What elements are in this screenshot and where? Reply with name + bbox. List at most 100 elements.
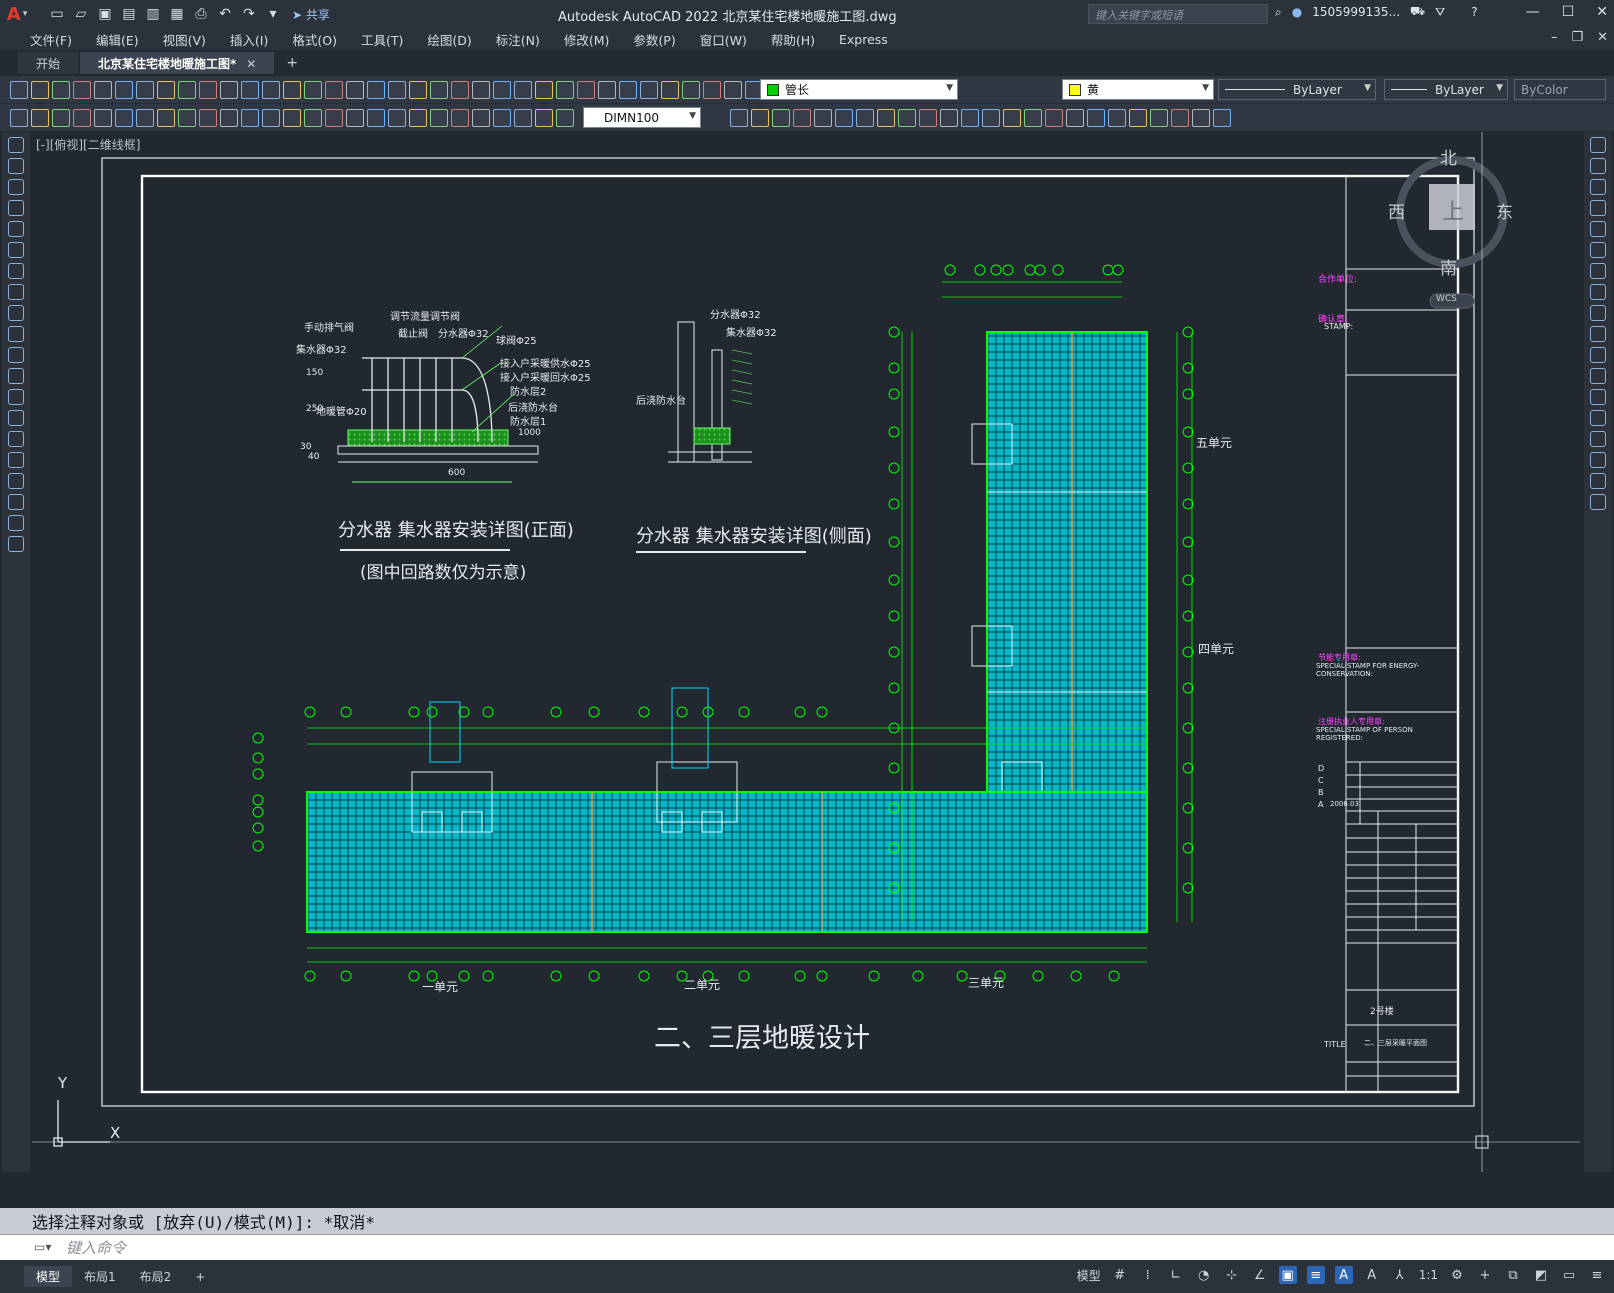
dimstyle-dropdown[interactable]: DIMN100 ▼ [583,107,701,128]
menu-item-3[interactable]: 插入(I) [218,30,280,49]
new-file-icon[interactable]: ▭ [48,5,66,23]
linetype-dropdown[interactable]: ByLayer ▼ [1218,79,1376,100]
standard-tool-icon[interactable] [346,81,364,99]
modify-tool-icon[interactable] [1590,137,1606,153]
modify-tool-icon[interactable] [982,109,1000,127]
standard-tool-icon[interactable] [388,81,406,99]
customize-status-icon[interactable]: ≡ [1588,1266,1606,1284]
standard-tool-icon[interactable] [430,81,448,99]
lineweight-icon[interactable]: ≡ [1306,1266,1325,1284]
modify-tool-icon[interactable] [1590,284,1606,300]
standard-tool-icon[interactable] [73,81,91,99]
standard-tool-icon[interactable] [10,81,28,99]
dimension-tool-icon[interactable] [409,109,427,127]
standard-tool-icon[interactable] [640,81,658,99]
standard-tool-icon[interactable] [220,81,238,99]
doc-restore-icon[interactable]: ❐ [1571,30,1583,45]
help-icon[interactable]: ? [1471,5,1477,19]
draw-tool-icon[interactable] [8,389,24,405]
draw-tool-icon[interactable] [8,410,24,426]
standard-tool-icon[interactable] [94,81,112,99]
snap-icon[interactable]: ⁞ [1139,1266,1157,1284]
qat-dropdown-icon[interactable]: ▾ [264,5,282,23]
modify-tool-icon[interactable] [919,109,937,127]
modify-tool-icon[interactable] [1045,109,1063,127]
hardware-accel-icon[interactable]: ◩ [1532,1266,1550,1284]
standard-tool-icon[interactable] [283,81,301,99]
standard-tool-icon[interactable] [598,81,616,99]
modify-tool-icon[interactable] [940,109,958,127]
draw-tool-icon[interactable] [8,179,24,195]
dimension-tool-icon[interactable] [199,109,217,127]
standard-tool-icon[interactable] [52,81,70,99]
layout-tab-2[interactable]: 布局2 [128,1266,184,1287]
draw-tool-icon[interactable] [8,326,24,342]
modify-tool-icon[interactable] [1171,109,1189,127]
save-icon[interactable]: ▣ [96,5,114,23]
modify-tool-icon[interactable] [961,109,979,127]
layout-tab-0[interactable]: 模型 [24,1266,73,1287]
new-tab-button[interactable]: + [276,52,308,74]
modify-tool-icon[interactable] [772,109,790,127]
model-space-button[interactable]: 模型 [1077,1267,1101,1284]
dimension-tool-icon[interactable] [157,109,175,127]
draw-tool-icon[interactable] [8,368,24,384]
minimize-icon[interactable]: — [1526,4,1540,20]
lineweight-dropdown[interactable]: ByLayer ▼ [1384,79,1508,100]
standard-tool-icon[interactable] [619,81,637,99]
standard-tool-icon[interactable] [178,81,196,99]
modify-tool-icon[interactable] [1590,263,1606,279]
modify-tool-icon[interactable] [898,109,916,127]
modify-tool-icon[interactable] [1590,200,1606,216]
otrack-icon[interactable]: ∠ [1251,1266,1269,1284]
menu-item-5[interactable]: 工具(T) [349,30,415,49]
draw-tool-icon[interactable] [8,158,24,174]
menu-item-9[interactable]: 参数(P) [621,30,687,49]
layout-tab-1[interactable]: 布局1 [72,1266,128,1287]
command-prompt-icon[interactable]: ▭▾ [34,1240,51,1254]
draw-tool-icon[interactable] [8,473,24,489]
modify-tool-icon[interactable] [877,109,895,127]
tab-close-icon[interactable]: ✕ [246,57,256,71]
draw-tool-icon[interactable] [8,200,24,216]
dimension-tool-icon[interactable] [514,109,532,127]
ortho-icon[interactable]: ∟ [1167,1266,1185,1284]
modify-tool-icon[interactable] [1590,221,1606,237]
standard-tool-icon[interactable] [661,81,679,99]
dimension-tool-icon[interactable] [388,109,406,127]
draw-tool-icon[interactable] [8,431,24,447]
share-button[interactable]: ➤ 共享 [292,6,330,23]
draw-tool-icon[interactable] [8,515,24,531]
standard-tool-icon[interactable] [304,81,322,99]
plotstyle-dropdown[interactable]: ByColor [1514,79,1606,100]
standard-tool-icon[interactable] [577,81,595,99]
dimension-tool-icon[interactable] [52,109,70,127]
modify-tool-icon[interactable] [1590,452,1606,468]
draw-tool-icon[interactable] [8,284,24,300]
undo-icon[interactable]: ↶ [216,5,234,23]
dimension-tool-icon[interactable] [325,109,343,127]
auto-scale-icon[interactable]: A [1363,1266,1381,1284]
annotation-scale-value[interactable]: 1:1 [1419,1268,1438,1282]
viewcube-north[interactable]: 北 [1440,144,1457,169]
modify-tool-icon[interactable] [1590,410,1606,426]
add-layout-button[interactable]: + [183,1268,217,1286]
dimension-tool-icon[interactable] [115,109,133,127]
dynamic-ucs-icon[interactable]: ▣ [1278,1266,1297,1284]
doc-close-icon[interactable]: ✕ [1597,30,1608,45]
modify-tool-icon[interactable] [730,109,748,127]
menu-item-7[interactable]: 标注(N) [484,30,552,49]
color-dropdown[interactable]: 黄 ▼ [1062,79,1214,100]
modify-tool-icon[interactable] [814,109,832,127]
annotation-monitor-icon[interactable]: + [1476,1266,1494,1284]
menu-item-6[interactable]: 绘图(D) [415,30,483,49]
isolate-icon[interactable]: ⧉ [1504,1266,1522,1284]
modify-tool-icon[interactable] [835,109,853,127]
dimension-tool-icon[interactable] [241,109,259,127]
doc-minimize-icon[interactable]: – [1551,30,1558,45]
cart-icon[interactable]: ⛟ [1410,4,1425,20]
standard-tool-icon[interactable] [409,81,427,99]
modify-tool-icon[interactable] [1192,109,1210,127]
modify-tool-icon[interactable] [1590,473,1606,489]
modify-tool-icon[interactable] [751,109,769,127]
